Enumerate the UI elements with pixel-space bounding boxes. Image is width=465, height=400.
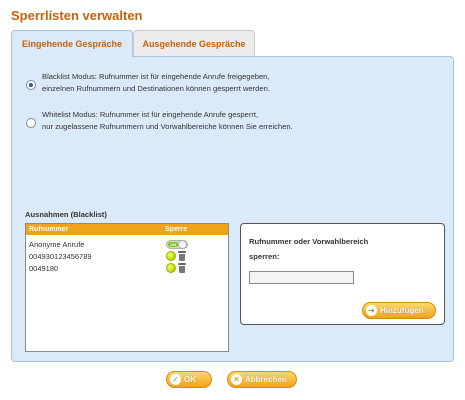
whitelist-mode-radio[interactable] xyxy=(26,118,36,128)
checkmark-icon: ✓ xyxy=(170,374,181,385)
toggle-on-label: ON xyxy=(168,241,178,247)
toggle-knob xyxy=(178,239,187,249)
whitelist-mode-line1: Whitelist Modus: Rufnummer ist für einge… xyxy=(42,110,259,119)
status-light-icon[interactable] xyxy=(166,263,176,273)
blacklist-mode-line2: einzelnen Rufnummern und Destinationen k… xyxy=(42,83,270,93)
blacklist-mode-line1: Blacklist Modus: Rufnummer ist für einge… xyxy=(42,72,270,81)
column-header-number: Rufnummer xyxy=(29,226,69,233)
block-toggle[interactable]: ON xyxy=(166,239,188,249)
blacklist-mode-label: Blacklist Modus: Rufnummer ist für einge… xyxy=(42,71,270,94)
whitelist-mode-option[interactable]: Whitelist Modus: Rufnummer ist für einge… xyxy=(26,109,293,132)
tab-panel-incoming: Blacklist Modus: Rufnummer ist für einge… xyxy=(11,56,454,362)
trash-icon[interactable] xyxy=(178,251,186,261)
table-row: 004930123456789 xyxy=(26,250,228,262)
ok-button[interactable]: ✓ OK xyxy=(166,371,212,388)
add-button-label: Hinzufügen xyxy=(380,306,424,315)
page-title: Sperrlisten verwalten xyxy=(11,8,143,23)
exceptions-table-header: Rufnummer Sperre xyxy=(26,224,228,235)
add-number-label: Rufnummer oder Vorwahlbereich sperren: xyxy=(249,234,368,264)
ok-button-label: OK xyxy=(184,375,196,384)
add-number-label-line2: sperren: xyxy=(249,252,280,261)
whitelist-mode-label: Whitelist Modus: Rufnummer ist für einge… xyxy=(42,109,293,132)
exception-number: Anonyme Anrufe xyxy=(29,239,85,249)
cancel-button-label: Abbrechen xyxy=(245,375,287,384)
column-header-block: Sperre xyxy=(165,226,188,233)
table-row: 0049180 xyxy=(26,262,228,274)
number-input[interactable] xyxy=(249,271,354,284)
blacklist-mode-option[interactable]: Blacklist Modus: Rufnummer ist für einge… xyxy=(26,71,270,94)
table-row: Anonyme Anrufe ON xyxy=(26,238,228,250)
status-light-icon[interactable] xyxy=(166,251,176,261)
add-button[interactable]: ➜ Hinzufügen xyxy=(362,302,436,319)
whitelist-mode-line2: nur zugelassene Rufnummern und Vorwahlbe… xyxy=(42,121,293,131)
exception-number: 004930123456789 xyxy=(29,251,92,261)
trash-icon[interactable] xyxy=(178,263,186,273)
tab-outgoing-calls[interactable]: Ausgehende Gespräche xyxy=(133,30,255,56)
exceptions-list: Rufnummer Sperre Anonyme Anrufe ON 00493… xyxy=(25,223,229,352)
add-number-panel: Rufnummer oder Vorwahlbereich sperren: ➜… xyxy=(240,223,445,325)
cancel-button[interactable]: ✕ Abbrechen xyxy=(227,371,297,388)
add-number-label-line1: Rufnummer oder Vorwahlbereich xyxy=(249,237,369,246)
arrow-right-icon: ➜ xyxy=(366,305,377,316)
exceptions-label: Ausnahmen (Blacklist) xyxy=(25,210,107,219)
close-icon: ✕ xyxy=(231,374,242,385)
tab-incoming-calls[interactable]: Eingehende Gespräche xyxy=(11,30,133,57)
exception-number: 0049180 xyxy=(29,263,59,273)
blacklist-mode-radio[interactable] xyxy=(26,80,36,90)
